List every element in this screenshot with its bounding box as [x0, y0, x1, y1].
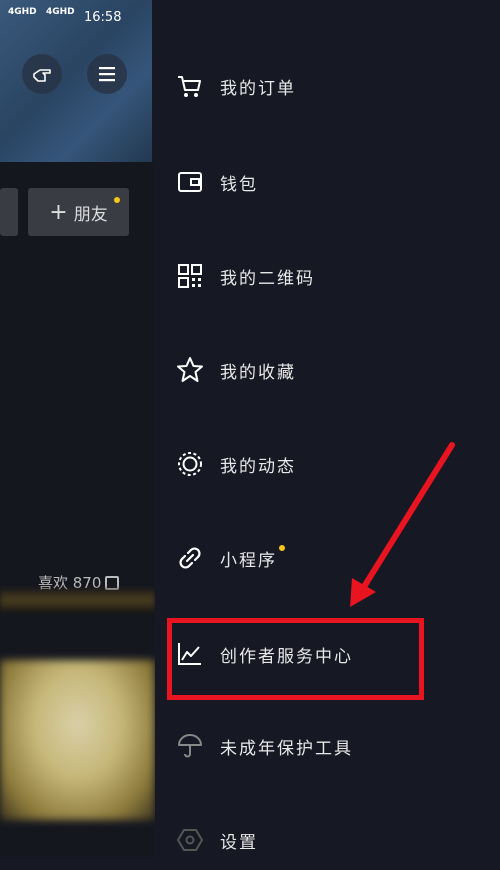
menu-item-wallet[interactable]: 钱包 [155, 152, 500, 212]
star-icon [175, 355, 205, 385]
menu-item-orders[interactable]: 我的订单 [155, 56, 500, 116]
menu-item-label: 未成年保护工具 [220, 738, 353, 759]
menu-item-label: 设置 [220, 832, 258, 853]
menu-item-mini-programs[interactable]: 小程序 [155, 528, 500, 588]
side-drawer: 我的订单 钱包 我的二维码 我的收藏 我的动态 小程序 创作者服务中心 未成年保… [155, 0, 500, 857]
activity-circle-icon [175, 449, 205, 479]
menu-item-settings[interactable]: 设置 [155, 810, 500, 870]
menu-item-label: 我的订单 [220, 78, 296, 99]
signal-indicator-2: 4GHD [46, 7, 75, 17]
menu-item-minor-protection[interactable]: 未成年保护工具 [155, 716, 500, 776]
plus-icon: + [49, 199, 68, 225]
hand-pointer-icon [33, 69, 51, 82]
wallet-icon [175, 167, 205, 197]
add-friend-label: 朋友 [73, 204, 108, 225]
menu-item-label: 钱包 [220, 174, 258, 195]
tab-underline-blur [0, 590, 155, 612]
lock-icon [105, 575, 120, 590]
cart-icon [175, 71, 205, 101]
friend-badge-dot [114, 197, 120, 203]
hand-pointer-button[interactable] [22, 54, 62, 94]
signal-indicator-1: 4GHD [8, 7, 37, 17]
menu-button[interactable] [87, 54, 127, 94]
qr-code-icon [175, 261, 205, 291]
video-thumbnail[interactable] [0, 660, 155, 820]
new-badge-dot [279, 545, 285, 551]
add-friend-button[interactable]: + 朋友 [28, 188, 129, 236]
menu-item-label: 我的收藏 [220, 362, 296, 383]
settings-hexagon-icon [175, 825, 205, 855]
menu-item-label: 小程序 [220, 550, 277, 571]
menu-item-label: 我的二维码 [220, 268, 315, 289]
menu-item-label: 我的动态 [220, 456, 296, 477]
clock: 16:58 [84, 10, 122, 25]
link-icon [175, 543, 205, 573]
menu-item-qr-code[interactable]: 我的二维码 [155, 246, 500, 306]
umbrella-icon [175, 731, 205, 761]
menu-item-favorites[interactable]: 我的收藏 [155, 340, 500, 400]
hamburger-icon [99, 67, 115, 82]
edit-profile-button[interactable] [0, 188, 18, 236]
menu-item-activity[interactable]: 我的动态 [155, 434, 500, 494]
highlight-box [167, 618, 424, 700]
